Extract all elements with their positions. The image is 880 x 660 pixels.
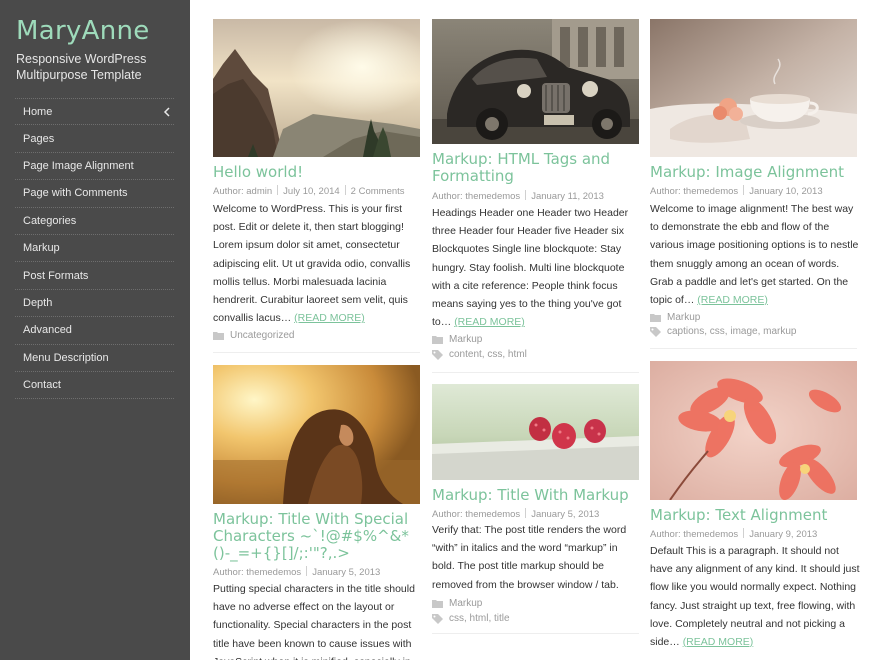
chevron-left-icon[interactable] xyxy=(160,105,174,119)
menu-item-menu-description[interactable]: Menu Description xyxy=(15,345,174,372)
folder-icon xyxy=(432,600,443,608)
read-more-link[interactable]: (READ MORE) xyxy=(697,294,768,306)
post-author[interactable]: Author: themedemos xyxy=(213,567,301,578)
menu-item-label: Markup xyxy=(23,242,60,255)
post-tags-list[interactable]: css, html, title xyxy=(449,613,510,624)
menu-item-page-image-alignment[interactable]: Page Image Alignment xyxy=(15,153,174,181)
post-title[interactable]: Markup: Title With Markup xyxy=(432,487,642,504)
menu-item-label: Page with Comments xyxy=(23,187,128,200)
post-tags: css, html, title xyxy=(432,613,510,624)
read-more-link[interactable]: (READ MORE) xyxy=(294,312,365,324)
post-author[interactable]: Author: themedemos xyxy=(432,191,520,202)
post-comments-link[interactable]: 2 Comments xyxy=(351,186,405,197)
menu-item-categories[interactable]: Categories xyxy=(15,208,174,235)
site-description: Responsive WordPress Multipurpose Templa… xyxy=(16,52,147,82)
menu-item-label: Pages xyxy=(23,132,55,145)
post-date[interactable]: January 9, 2013 xyxy=(749,529,817,540)
menu-item-markup[interactable]: Markup xyxy=(15,235,174,263)
post-title[interactable]: Markup: Text Alignment xyxy=(650,507,860,524)
folder-icon xyxy=(650,314,661,322)
menu-item-label: Page Image Alignment xyxy=(23,159,134,172)
post-date[interactable]: July 10, 2014 xyxy=(283,186,340,197)
post-excerpt-text: Verify that: The post title renders the … xyxy=(432,524,627,591)
menu-item-label: Depth xyxy=(23,296,53,309)
post-categories: Markup xyxy=(432,334,482,345)
post-date[interactable]: January 5, 2013 xyxy=(531,509,599,520)
menu-item-label: Home xyxy=(23,105,53,118)
post-tags: captions, css, image, markup xyxy=(650,326,797,337)
post-meta: Author: themedemos January 11, 2013 xyxy=(432,190,642,202)
menu-item-contact[interactable]: Contact xyxy=(15,372,174,400)
post-excerpt-text: Putting special characters in the title … xyxy=(213,583,415,660)
post-category-link[interactable]: Markup xyxy=(449,598,482,609)
post-excerpt: Default This is a paragraph. It should n… xyxy=(650,542,860,651)
post-divider xyxy=(432,633,639,634)
tag-icon xyxy=(432,349,443,360)
post-thumbnail-flowers[interactable] xyxy=(650,361,857,500)
post-date[interactable]: January 11, 2013 xyxy=(531,191,604,202)
post-categories: Markup xyxy=(650,312,700,323)
menu-item-home[interactable]: Home xyxy=(15,98,174,126)
post-excerpt: Welcome to image alignment! The best way… xyxy=(650,200,860,309)
post-excerpt-text: Headings Header one Header two Header th… xyxy=(432,207,629,329)
post-thumbnail-raspberries[interactable] xyxy=(432,384,639,480)
post-divider xyxy=(213,352,420,353)
post-meta: Author: themedemos January 9, 2013 xyxy=(650,528,860,540)
post-thumbnail-girl[interactable] xyxy=(213,365,420,504)
post-tags-list[interactable]: captions, css, image, markup xyxy=(667,326,797,337)
post-thumbnail-mountains[interactable] xyxy=(213,19,420,157)
post-author[interactable]: Author: themedemos xyxy=(650,529,738,540)
menu-item-label: Menu Description xyxy=(23,351,109,364)
menu-item-page-with-comments[interactable]: Page with Comments xyxy=(15,180,174,208)
post-author[interactable]: Author: themedemos xyxy=(650,186,738,197)
menu-item-pages[interactable]: Pages xyxy=(15,125,174,153)
post-meta: Author: themedemos January 5, 2013 xyxy=(432,508,642,520)
post-excerpt-text: Welcome to WordPress. This is your first… xyxy=(213,203,411,325)
post-divider xyxy=(432,372,639,373)
post-excerpt-text: Welcome to image alignment! The best way… xyxy=(650,203,859,307)
post-tags-list[interactable]: content, css, html xyxy=(449,349,527,360)
post-author[interactable]: Author: admin xyxy=(213,186,272,197)
post-category-link[interactable]: Uncategorized xyxy=(230,330,294,341)
menu-item-label: Post Formats xyxy=(23,269,89,282)
post-excerpt: Verify that: The post title renders the … xyxy=(432,521,642,594)
post-title[interactable]: Markup: Title With Special Characters ~`… xyxy=(213,511,423,562)
sidebar: MaryAnne Responsive WordPress Multipurpo… xyxy=(0,0,190,660)
post-title[interactable]: Markup: Image Alignment xyxy=(650,164,860,181)
post-divider xyxy=(650,348,857,349)
post-title[interactable]: Markup: HTML Tags and Formatting xyxy=(432,151,642,185)
post-date[interactable]: January 5, 2013 xyxy=(312,567,380,578)
read-more-link[interactable]: (READ MORE) xyxy=(683,636,754,648)
menu-item-label: Contact xyxy=(23,379,61,392)
post-meta: Author: themedemos January 10, 2013 xyxy=(650,185,860,197)
post-excerpt: Headings Header one Header two Header th… xyxy=(432,204,642,331)
menu-item-label: Advanced xyxy=(23,324,72,337)
post-categories: Uncategorized xyxy=(213,330,294,341)
folder-icon xyxy=(432,336,443,344)
post-thumbnail-car[interactable] xyxy=(432,19,639,144)
menu-item-depth[interactable]: Depth xyxy=(15,290,174,318)
post-excerpt: Putting special characters in the title … xyxy=(213,580,423,660)
post-thumbnail-teacup[interactable] xyxy=(650,19,857,157)
main-menu: Home Pages Page Image Alignment Page wit… xyxy=(15,98,174,400)
post-categories: Markup xyxy=(432,598,482,609)
tag-icon xyxy=(432,613,443,624)
site-title[interactable]: MaryAnne xyxy=(16,16,150,46)
menu-item-advanced[interactable]: Advanced xyxy=(15,317,174,345)
post-category-link[interactable]: Markup xyxy=(449,334,482,345)
post-tags: content, css, html xyxy=(432,349,527,360)
read-more-link[interactable]: (READ MORE) xyxy=(454,316,525,328)
post-excerpt-text: Default This is a paragraph. It should n… xyxy=(650,545,860,649)
post-meta: Author: themedemos January 5, 2013 xyxy=(213,566,423,578)
post-excerpt: Welcome to WordPress. This is your first… xyxy=(213,200,423,327)
menu-item-label: Categories xyxy=(23,214,77,227)
tag-icon xyxy=(650,326,661,337)
post-author[interactable]: Author: themedemos xyxy=(432,509,520,520)
post-meta: Author: admin July 10, 2014 2 Comments xyxy=(213,185,423,197)
folder-icon xyxy=(213,332,224,340)
post-category-link[interactable]: Markup xyxy=(667,312,700,323)
post-title[interactable]: Hello world! xyxy=(213,164,423,181)
menu-item-post-formats[interactable]: Post Formats xyxy=(15,262,174,290)
post-date[interactable]: January 10, 2013 xyxy=(749,186,822,197)
